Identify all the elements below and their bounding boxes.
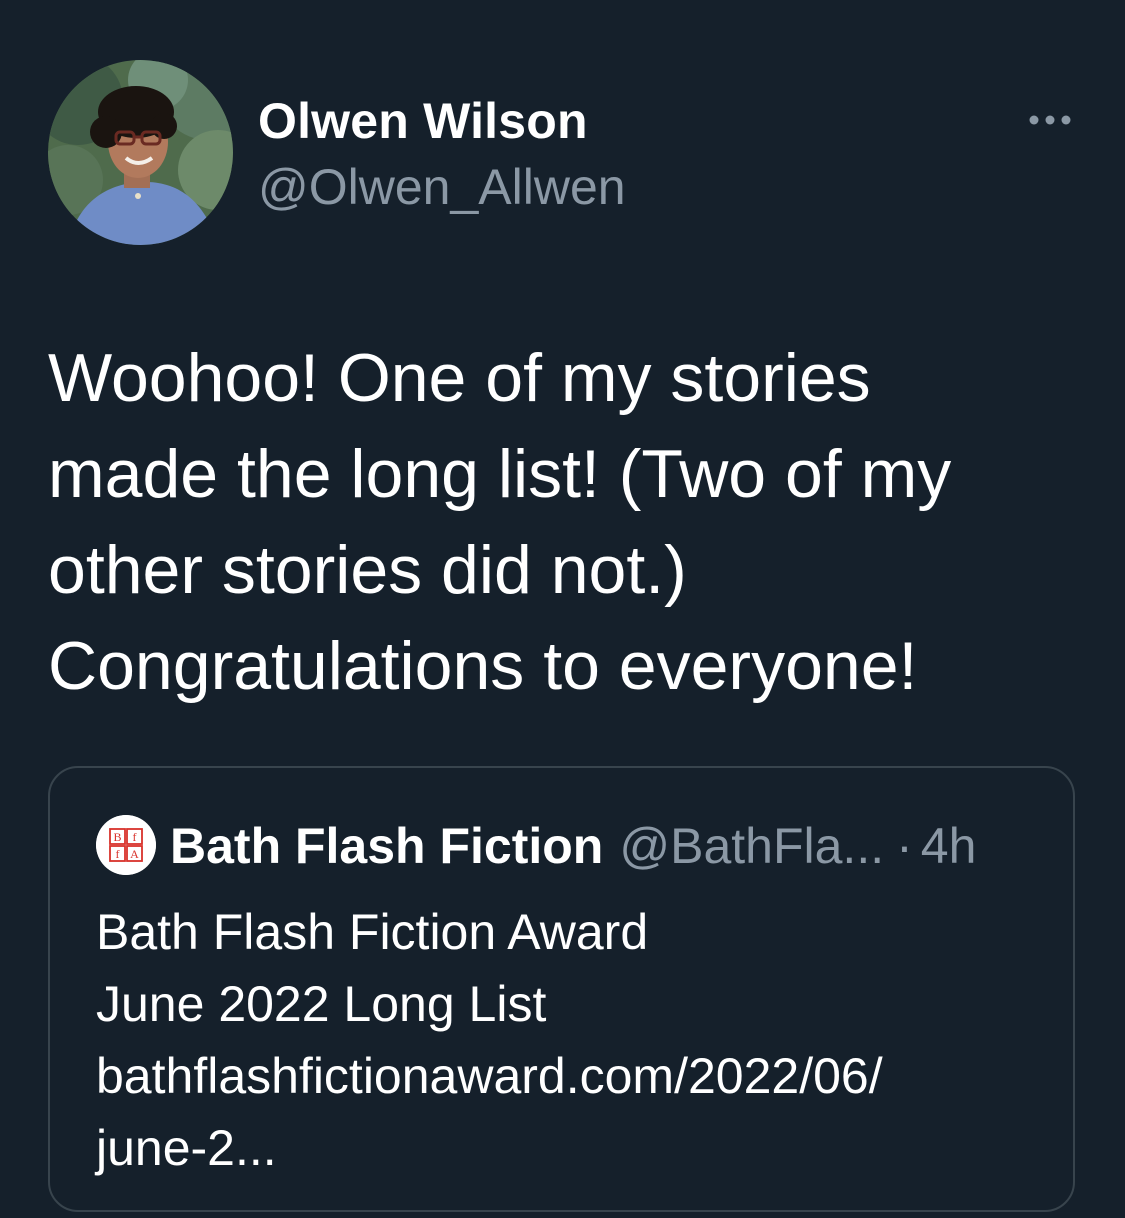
- tweet-text: Woohoo! One of my stories made the long …: [48, 330, 1088, 714]
- more-horizontal-icon[interactable]: [1026, 108, 1074, 132]
- author-handle[interactable]: @Olwen_Allwen: [258, 158, 626, 216]
- quoted-link-line[interactable]: bathflashfictionaward.com/2022/06/: [96, 1040, 883, 1112]
- logo-letter: f: [116, 847, 120, 861]
- tweet-text-line: Woohoo! One of my stories: [48, 340, 871, 416]
- quoted-author-display-name[interactable]: Bath Flash Fiction: [170, 817, 603, 875]
- quoted-tweet-timestamp[interactable]: 4h: [921, 817, 977, 875]
- tweet: Olwen Wilson @Olwen_Allwen Woohoo! One o…: [0, 0, 1125, 1218]
- quoted-tweet-card[interactable]: B f f A Bath Flash Fiction @BathFla... ·…: [48, 766, 1075, 1212]
- more-dots: [1029, 115, 1071, 125]
- quoted-link-line[interactable]: june-2...: [96, 1112, 883, 1184]
- logo-letter: f: [133, 830, 137, 844]
- tweet-text-line: made the long list! (Two of my: [48, 436, 952, 512]
- quoted-text-line: Bath Flash Fiction Award: [96, 904, 649, 960]
- quoted-author-avatar[interactable]: B f f A: [96, 815, 156, 875]
- quoted-tweet-text: Bath Flash Fiction Award June 2022 Long …: [96, 896, 883, 1184]
- quoted-author-handle[interactable]: @BathFla...: [619, 817, 884, 875]
- separator-dot: ·: [896, 818, 913, 874]
- logo-letter: B: [113, 830, 121, 844]
- quoted-text-line: June 2022 Long List: [96, 976, 547, 1032]
- tweet-text-line: Congratulations to everyone!: [48, 628, 918, 704]
- author-avatar[interactable]: [48, 60, 233, 245]
- profile-photo: [48, 60, 233, 245]
- logo-letter: A: [130, 847, 139, 861]
- quoted-tweet-header: Bath Flash Fiction @BathFla... · 4h: [170, 816, 976, 876]
- bath-flash-fiction-logo: B f f A: [96, 815, 156, 875]
- author-display-name[interactable]: Olwen Wilson: [258, 92, 588, 150]
- tweet-text-line: other stories did not.): [48, 532, 687, 608]
